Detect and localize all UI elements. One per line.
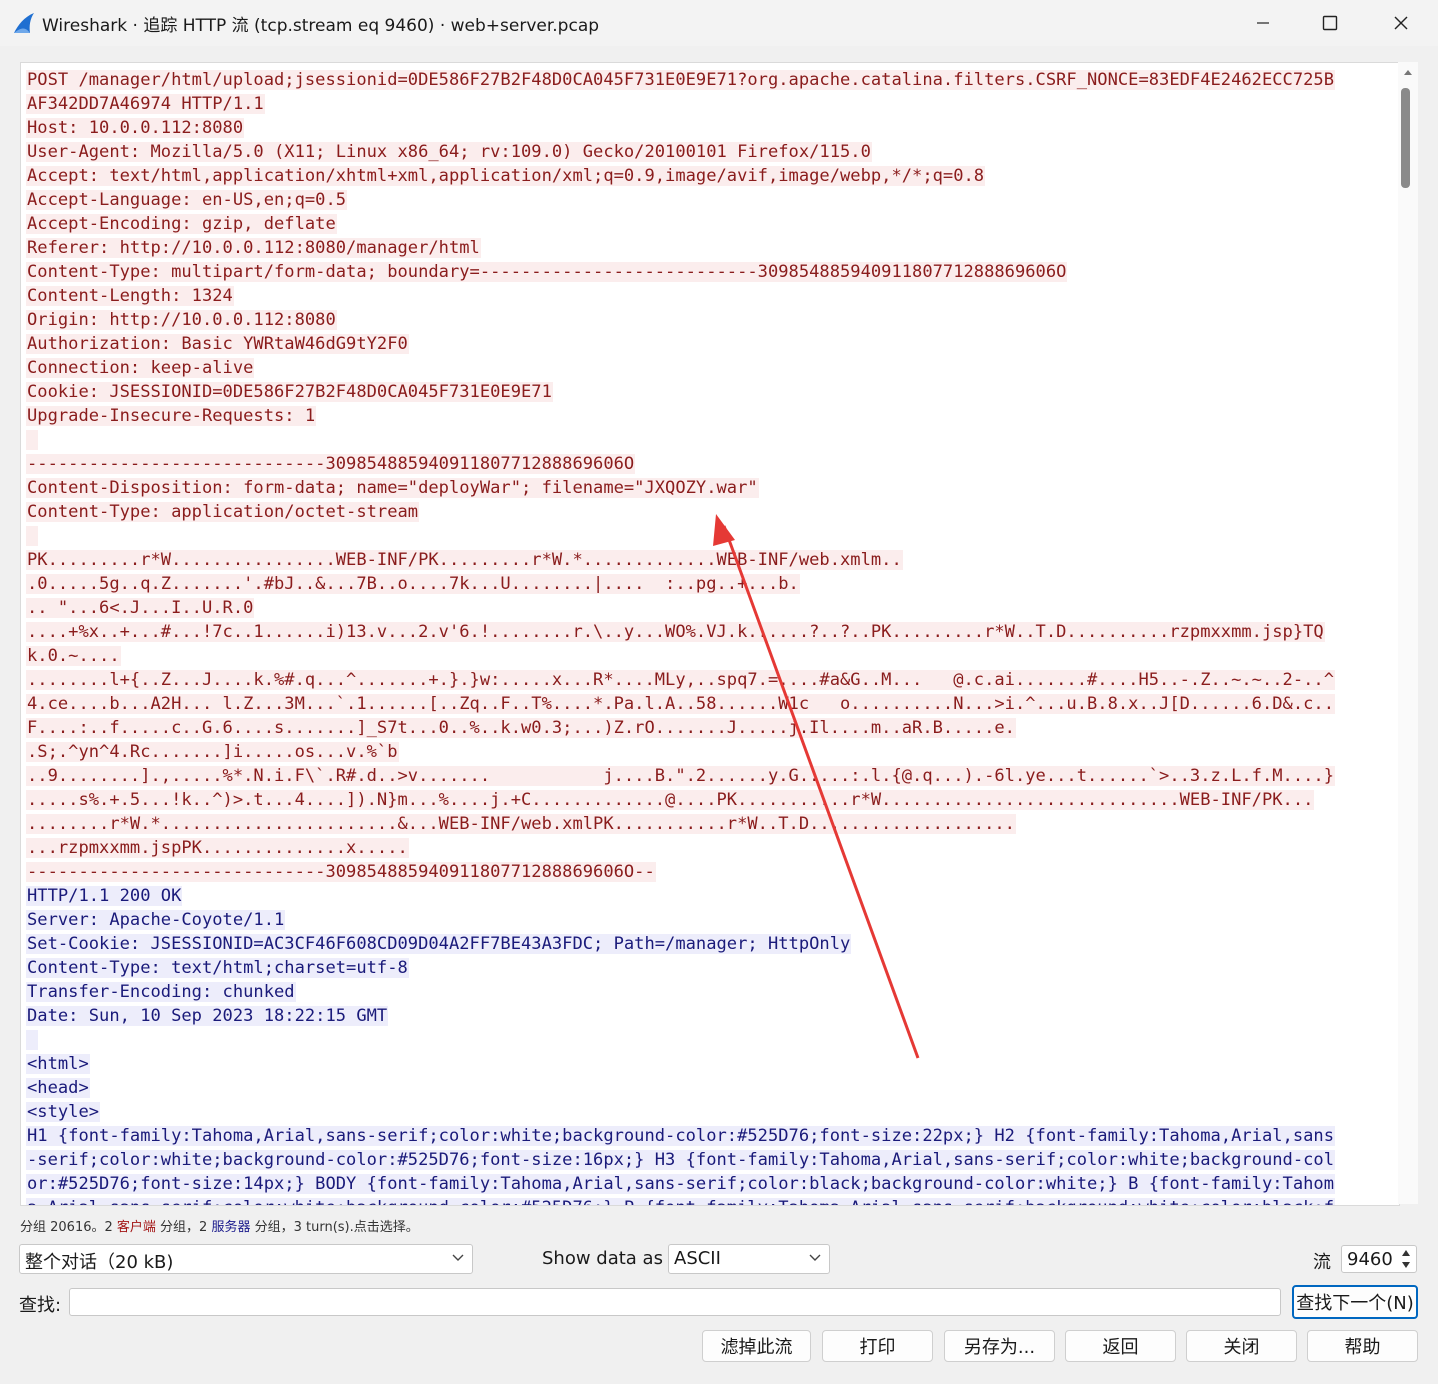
client-line: 4.ce....b...A2H... l.Z...3M...`.1......[… xyxy=(26,694,1335,714)
client-line: ..9........].,.....%*.N.i.F\`.R#.d..>v..… xyxy=(26,766,1335,786)
scrollbar-thumb[interactable] xyxy=(1401,88,1410,188)
title-bar: Wireshark · 追踪 HTTP 流 (tcp.stream eq 946… xyxy=(0,0,1438,46)
vertical-scrollbar[interactable] xyxy=(1398,62,1418,1204)
close-window-button[interactable] xyxy=(1366,0,1436,46)
client-line: Host: 10.0.0.112:8080 xyxy=(26,118,245,138)
server-line: H1 {font-family:Tahoma,Arial,sans-serif;… xyxy=(26,1126,1335,1146)
wireshark-fin-icon xyxy=(12,11,36,35)
client-line: Content-Length: 1324 xyxy=(26,286,234,306)
server-line: -serif;color:white;background-color:#525… xyxy=(26,1150,1335,1170)
chevron-down-icon xyxy=(452,1254,464,1261)
client-line: Accept-Encoding: gzip, deflate xyxy=(26,214,337,234)
maximize-button[interactable] xyxy=(1295,0,1365,46)
client-line: ........r*W.*.......................&...… xyxy=(26,814,1016,834)
server-line: a,Arial,sans-serif;color:white;backgroun… xyxy=(26,1196,1335,1205)
client-line: Referer: http://10.0.0.112:8080/manager/… xyxy=(26,238,481,258)
server-line: <style> xyxy=(26,1102,101,1122)
client-link[interactable]: 客户端 xyxy=(117,1220,156,1235)
show-data-as-select[interactable]: ASCII xyxy=(668,1244,830,1274)
window-title: Wireshark · 追踪 HTTP 流 (tcp.stream eq 946… xyxy=(42,16,600,36)
client-line: Connection: keep-alive xyxy=(26,358,255,378)
client-line: -----------------------------30985488594… xyxy=(26,454,636,474)
server-line: <html> xyxy=(26,1054,90,1074)
save-as-button[interactable]: 另存为... xyxy=(944,1330,1055,1362)
find-input[interactable] xyxy=(69,1288,1281,1316)
client-line: User-Agent: Mozilla/5.0 (X11; Linux x86_… xyxy=(26,142,872,162)
client-line: Accept: text/html,application/xhtml+xml,… xyxy=(26,166,986,186)
print-button[interactable]: 打印 xyxy=(822,1330,933,1362)
minimize-icon xyxy=(1257,22,1269,24)
client-line: .S;.^yn^4.Rc.......]i.....os...v.%`b xyxy=(26,742,399,762)
client-line: Origin: http://10.0.0.112:8080 xyxy=(26,310,337,330)
filter-out-stream-button[interactable]: 滤掉此流 xyxy=(702,1330,811,1362)
client-line: Upgrade-Insecure-Requests: 1 xyxy=(26,406,317,426)
client-line: AF342DD7A46974 HTTP/1.1 xyxy=(26,94,265,114)
back-button[interactable]: 返回 xyxy=(1065,1330,1176,1362)
client-line: .0.....5g..q.Z.......'.#bJ..&...7B..o...… xyxy=(26,574,800,594)
minimize-button[interactable] xyxy=(1228,0,1298,46)
server-line: Date: Sun, 10 Sep 2023 18:22:15 GMT xyxy=(26,1006,389,1026)
client-line-blank xyxy=(26,428,1335,452)
stream-number-spinbox[interactable]: 9460 xyxy=(1341,1245,1417,1273)
stream-summary: 分组 20616。2 客户端 分组，2 服务器 分组，3 turn(s).点击选… xyxy=(20,1220,419,1235)
close-icon xyxy=(1394,16,1408,30)
help-button[interactable]: 帮助 xyxy=(1307,1330,1418,1362)
client-line: Content-Type: application/octet-stream xyxy=(26,502,420,522)
stream-lines: POST /manager/html/upload;jsessionid=0DE… xyxy=(26,68,1335,1205)
server-line: HTTP/1.1 200 OK xyxy=(26,886,183,906)
server-line-blank xyxy=(26,1028,1335,1052)
spin-down-button[interactable] xyxy=(1398,1259,1414,1271)
triangle-up-icon xyxy=(1402,1250,1410,1256)
client-line: ....+%x..+...#...!7c..1......i)13.v...2.… xyxy=(26,622,1325,642)
client-line: POST /manager/html/upload;jsessionid=0DE… xyxy=(26,70,1335,90)
server-line: Server: Apache-Coyote/1.1 xyxy=(26,910,286,930)
server-line: or:#525D76;font-size:14px;} BODY {font-f… xyxy=(26,1174,1335,1194)
conversation-select[interactable]: 整个对话（20 kB) xyxy=(19,1244,473,1274)
server-line: <head> xyxy=(26,1078,90,1098)
triangle-down-icon xyxy=(1402,1262,1410,1268)
spin-up-button[interactable] xyxy=(1398,1247,1414,1259)
client-line: Authorization: Basic YWRtaW46dG9tY2F0 xyxy=(26,334,409,354)
client-line: Content-Type: multipart/form-data; bound… xyxy=(26,262,1068,282)
client-line: Cookie: JSESSIONID=0DE586F27B2F48D0CA045… xyxy=(26,382,553,402)
close-button[interactable]: 关闭 xyxy=(1186,1330,1297,1362)
server-line: Content-Type: text/html;charset=utf-8 xyxy=(26,958,409,978)
show-data-as-label: Show data as xyxy=(542,1248,663,1269)
maximize-icon xyxy=(1322,15,1338,31)
find-next-button[interactable]: 查找下一个(N) xyxy=(1292,1285,1418,1319)
client-line-blank xyxy=(26,524,1335,548)
server-line: Transfer-Encoding: chunked xyxy=(26,982,296,1002)
client-line: .. "...6<.J...I..U.R.0 xyxy=(26,598,255,618)
server-link[interactable]: 服务器 xyxy=(211,1220,250,1235)
client-line: Content-Disposition: form-data; name="de… xyxy=(26,478,759,498)
stream-label: 流 xyxy=(1313,1252,1331,1273)
chevron-down-icon xyxy=(809,1254,821,1261)
server-line: Set-Cookie: JSESSIONID=AC3CF46F608CD09D0… xyxy=(26,934,852,954)
client-line: .....s%.+.5...!k..^)>.t...4....]).N}m...… xyxy=(26,790,1315,810)
stream-content-area[interactable]: POST /manager/html/upload;jsessionid=0DE… xyxy=(20,62,1400,1206)
client-line: Accept-Language: en-US,en;q=0.5 xyxy=(26,190,348,210)
client-line: ........l+{..Z...J....k.%#.q...^.......+… xyxy=(26,670,1335,690)
client-line: PK.........r*W................WEB-INF/PK… xyxy=(26,550,903,570)
client-line: k.0.~.... xyxy=(26,646,121,666)
client-line: -----------------------------30985488594… xyxy=(26,862,656,882)
client-line: F....:..f.....c..G.6....s.......]_S7t...… xyxy=(26,718,1016,738)
client-line: ...rzpmxxmm.jspPK..............x..... xyxy=(26,838,409,858)
scroll-up-arrow-icon xyxy=(1404,70,1412,75)
find-label: 查找: xyxy=(19,1295,62,1316)
